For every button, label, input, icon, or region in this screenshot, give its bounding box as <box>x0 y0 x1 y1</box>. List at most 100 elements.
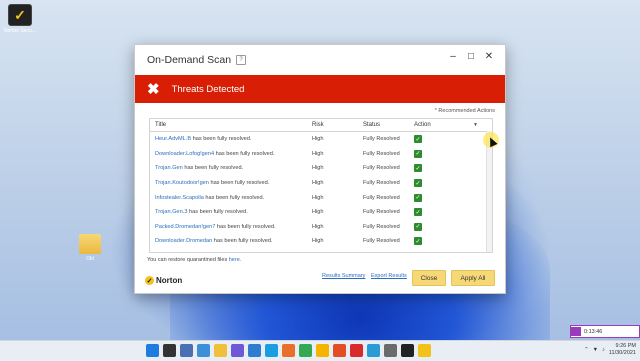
taskbar-settings-icon[interactable] <box>384 344 397 357</box>
results-summary-link[interactable]: Results Summary <box>322 273 365 279</box>
threat-title: Heur.AdvML.B has been fully resolved. <box>150 136 312 142</box>
risk-cell: High <box>312 209 324 216</box>
status-cell: Fully Resolved <box>363 150 400 157</box>
threat-title: Trojan.Gen has been fully resolved. <box>150 165 312 171</box>
norton-logo: ✓ Norton <box>145 276 182 285</box>
clock-date: 11/30/2021 <box>608 350 636 356</box>
check-icon[interactable]: ✓ <box>414 222 422 231</box>
norton-brand: Norton <box>156 276 183 285</box>
taskbar-store-icon[interactable] <box>231 344 244 357</box>
action-cell: ✓ <box>414 149 474 158</box>
check-icon[interactable]: ✓ <box>414 135 422 144</box>
table-row[interactable]: Packed.Dromedan!gen7 has been fully reso… <box>150 220 492 235</box>
close-button[interactable]: Close <box>412 270 446 286</box>
threat-name-link[interactable]: Packed.Dromedan!gen7 <box>155 224 215 230</box>
taskbar-edge-icon[interactable] <box>265 344 278 357</box>
column-risk[interactable]: Risk <box>312 122 363 128</box>
status-cell: Fully Resolved <box>363 136 400 143</box>
export-results-link[interactable]: Export Results <box>371 273 407 279</box>
taskbar-widgets-icon[interactable] <box>197 344 210 357</box>
taskbar-task-view-icon[interactable] <box>180 344 193 357</box>
apply-all-button[interactable]: Apply All <box>451 270 495 286</box>
check-icon[interactable]: ✓ <box>414 179 422 188</box>
threat-name-link[interactable]: Downloader.Lofog!gen4 <box>155 151 214 157</box>
threat-suffix: has been fully resolved. <box>203 194 265 201</box>
sort-arrow-icon: ▼ <box>473 122 478 128</box>
maximize-button[interactable]: □ <box>465 50 477 62</box>
status-cell: Fully Resolved <box>363 194 400 201</box>
taskbar-chrome-icon[interactable] <box>299 344 312 357</box>
volume-icon[interactable]: ♪ <box>602 347 605 353</box>
help-icon[interactable]: ? <box>236 55 247 65</box>
risk-cell: High <box>312 180 324 187</box>
network-icon[interactable]: ▼ <box>593 347 598 353</box>
threat-title: Infostealer.Scapolla has been fully reso… <box>150 195 312 201</box>
action-cell: ✓ <box>414 208 474 217</box>
threat-suffix: has been fully resolved. <box>182 165 244 172</box>
table-row[interactable]: Trojan.Koutodoor!gen has been fully reso… <box>150 176 492 191</box>
minimize-button[interactable]: – <box>447 50 459 62</box>
desktop-icon-label: Norton Secu... <box>4 28 36 34</box>
action-cell: ✓ <box>414 193 474 202</box>
action-cell: ✓ <box>414 179 474 188</box>
taskbar-mail-icon[interactable] <box>248 344 261 357</box>
taskbar-photos-icon[interactable] <box>367 344 380 357</box>
table-scrollbar[interactable] <box>486 131 492 252</box>
table-row[interactable]: Trojan.Gen.3 has been fully resolved. Hig… <box>150 205 492 220</box>
table-row[interactable]: Trojan.Gen has been fully resolved. High F… <box>150 161 492 176</box>
table-row[interactable]: Infostealer.Scapolla has been fully reso… <box>150 190 492 205</box>
restore-link[interactable]: here. <box>229 257 242 263</box>
status-cell: Fully Resolved <box>363 238 400 245</box>
taskbar-chrome-canary-icon[interactable] <box>316 344 329 357</box>
taskbar: ⌃ ▼ ♪ 9:26 PM 11/30/2021 <box>0 340 640 361</box>
check-icon[interactable]: ✓ <box>414 164 422 173</box>
restore-text: You can restore quarantined files <box>147 257 229 263</box>
taskbar-norton-icon[interactable] <box>418 344 431 357</box>
taskbar-file-explorer-icon[interactable] <box>214 344 227 357</box>
clock[interactable]: 9:26 PM 11/30/2021 <box>609 343 636 357</box>
desktop-icon-folder[interactable]: Old <box>72 234 108 262</box>
risk-cell: High <box>312 150 324 157</box>
table-row[interactable]: Downloader.Lofog!gen4 has been fully res… <box>150 147 492 162</box>
taskbar-terminal-icon[interactable] <box>401 344 414 357</box>
desktop-icon-label: Old <box>86 256 94 262</box>
column-action[interactable]: Action ▼ <box>414 122 478 128</box>
threat-name-link[interactable]: Downloader.Dromedan <box>155 238 212 244</box>
threat-name-link[interactable]: Infostealer.Scapolla <box>155 195 204 201</box>
taskbar-firefox-icon[interactable] <box>282 344 295 357</box>
check-icon[interactable]: ✓ <box>414 149 422 158</box>
taskbar-windows-start-icon[interactable] <box>146 344 159 357</box>
threat-name-link[interactable]: Trojan.Koutodoor!gen <box>155 180 209 186</box>
close-window-button[interactable]: ✕ <box>483 50 495 62</box>
threat-suffix: has been fully resolved. <box>214 150 275 157</box>
window-titlebar[interactable]: On-Demand Scan ? – □ ✕ <box>135 45 505 75</box>
threat-title: Packed.Dromedan!gen7 has been fully reso… <box>150 224 312 230</box>
check-icon[interactable]: ✓ <box>414 193 422 202</box>
taskbar-search-icon[interactable] <box>163 344 176 357</box>
risk-cell: High <box>312 223 324 230</box>
folder-icon <box>79 234 101 254</box>
column-status[interactable]: Status <box>363 122 414 128</box>
check-icon[interactable]: ✓ <box>414 208 422 217</box>
action-cell: ✓ <box>414 237 474 246</box>
threat-title: Trojan.Koutodoor!gen has been fully reso… <box>150 180 312 186</box>
threat-name-link[interactable]: Trojan.Gen.3 <box>155 209 187 215</box>
threat-name-link[interactable]: Heur.AdvML.B <box>155 136 191 142</box>
column-title[interactable]: Title <box>150 122 312 128</box>
chevron-up-icon[interactable]: ⌃ <box>584 347 589 353</box>
threat-title: Downloader.Dromedan has been fully resol… <box>150 238 312 244</box>
threat-name-link[interactable]: Trojan.Gen <box>155 165 183 171</box>
taskbar-opera-icon[interactable] <box>350 344 363 357</box>
status-cell: Fully Resolved <box>363 180 400 187</box>
norton-check-icon: ✓ <box>145 276 154 285</box>
desktop-icon-norton[interactable]: ✓ Norton Secu... <box>2 4 38 34</box>
record-icon <box>571 327 581 336</box>
taskbar-brave-icon[interactable] <box>333 344 346 357</box>
recording-widget[interactable]: 0:13:46 <box>570 325 640 338</box>
table-row[interactable]: Downloader.Dromedan has been fully resol… <box>150 234 492 249</box>
scan-window: On-Demand Scan ? – □ ✕ ✖ Threats Detecte… <box>134 44 506 294</box>
table-row[interactable]: Heur.AdvML.B has been fully resolved. Hig… <box>150 132 492 147</box>
check-icon[interactable]: ✓ <box>414 237 422 246</box>
status-cell: Fully Resolved <box>363 165 400 172</box>
status-cell: Fully Resolved <box>363 209 400 216</box>
